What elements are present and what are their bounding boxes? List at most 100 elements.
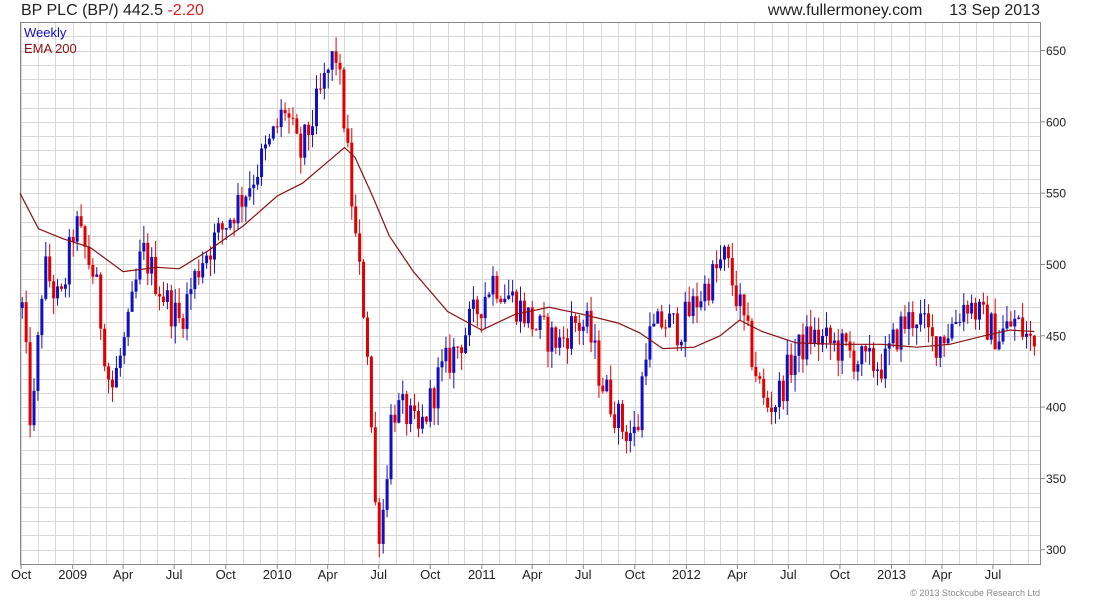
candle-up	[252, 184, 256, 189]
candle-up	[691, 296, 695, 317]
candle-up	[793, 355, 797, 376]
candle-up	[958, 321, 962, 323]
candle-down	[789, 354, 793, 376]
candle-up	[267, 138, 271, 145]
candle-down	[181, 318, 185, 329]
candle-up	[409, 405, 413, 425]
candle-up	[777, 380, 781, 407]
candle-up	[244, 196, 248, 207]
candle-down	[930, 327, 934, 337]
x-tick-label: Oct	[11, 567, 32, 582]
candle-up	[201, 263, 205, 278]
candle-down	[515, 291, 519, 322]
candle-up	[428, 388, 432, 422]
candle-down	[848, 341, 852, 351]
candle-down	[942, 336, 946, 344]
candle-down	[554, 327, 558, 348]
candle-up	[832, 340, 836, 344]
x-tick-label: Apr	[113, 567, 134, 582]
candle-up	[36, 335, 40, 391]
candle-down	[660, 311, 664, 328]
candle-up	[440, 361, 444, 368]
candle-up	[185, 294, 189, 329]
candle-up	[452, 346, 456, 373]
candle-up	[919, 313, 923, 325]
candle-down	[71, 237, 75, 242]
candle-down	[781, 380, 785, 402]
candle-up	[569, 316, 573, 349]
candle-up	[617, 403, 621, 429]
candle-up	[444, 347, 448, 362]
candle-down	[624, 431, 628, 442]
x-tick-label: Apr	[522, 567, 543, 582]
candle-up	[173, 302, 177, 327]
candle-down	[809, 326, 813, 344]
candle-down	[758, 376, 762, 379]
candle-up	[711, 264, 715, 301]
candle-up	[256, 176, 260, 185]
candle-up	[644, 359, 648, 377]
y-tick-label: 450	[1046, 329, 1066, 343]
candle-down	[460, 347, 464, 353]
candle-down	[577, 322, 581, 331]
candle-down	[981, 301, 985, 305]
candle-down	[393, 414, 397, 423]
candle-up	[518, 300, 522, 322]
candle-down	[358, 233, 362, 262]
candle-down	[715, 264, 719, 269]
candle-up	[224, 228, 228, 230]
candle-down	[934, 336, 938, 358]
candle-up	[67, 237, 71, 285]
candle-down	[844, 333, 848, 342]
candle-up	[228, 219, 232, 229]
x-tick-label: Jul	[985, 567, 1002, 582]
candle-up	[134, 279, 138, 292]
candle-up	[1025, 333, 1029, 337]
candle-up	[150, 256, 154, 274]
candle-down	[354, 206, 358, 234]
candle-down	[817, 329, 821, 345]
candle-down	[87, 246, 91, 266]
candle-down	[872, 348, 876, 371]
y-tick-label: 300	[1046, 543, 1066, 557]
candle-up	[907, 312, 911, 329]
candle-up	[401, 394, 405, 401]
legend-ema-200: EMA 200	[24, 41, 77, 56]
candle-up	[628, 433, 632, 442]
candle-up	[381, 509, 385, 544]
x-tick-label: Jul	[575, 567, 592, 582]
candle-up	[550, 327, 554, 352]
candle-up	[891, 329, 895, 344]
candle-up	[189, 289, 193, 295]
candle-up	[322, 72, 326, 89]
candle-up	[824, 327, 828, 336]
candle-down	[79, 216, 83, 227]
candle-down	[334, 51, 338, 63]
candle-down	[1028, 333, 1032, 336]
x-tick-label: Jul	[780, 567, 797, 582]
candle-up	[722, 246, 726, 260]
x-tick-label: Oct	[625, 567, 646, 582]
candle-up	[950, 323, 954, 339]
x-tick-label: 2011	[468, 567, 496, 582]
candle-up	[314, 88, 318, 127]
candle-up	[420, 416, 424, 429]
candle-up	[785, 354, 789, 402]
candle-down	[209, 255, 213, 260]
candle-up	[271, 126, 275, 139]
candle-up	[970, 302, 974, 314]
candle-up	[868, 348, 872, 352]
candle-up	[507, 295, 511, 299]
candle-up	[1001, 328, 1005, 342]
candle-up	[503, 298, 507, 303]
candle-up	[656, 311, 660, 324]
candle-down	[974, 302, 978, 320]
candle-up	[1013, 318, 1017, 327]
candle-up	[118, 355, 122, 368]
candle-up	[856, 364, 860, 372]
candle-up	[193, 270, 197, 290]
candle-down	[707, 283, 711, 301]
candle-up	[526, 307, 530, 324]
candle-down	[675, 313, 679, 346]
candle-down	[573, 316, 577, 323]
